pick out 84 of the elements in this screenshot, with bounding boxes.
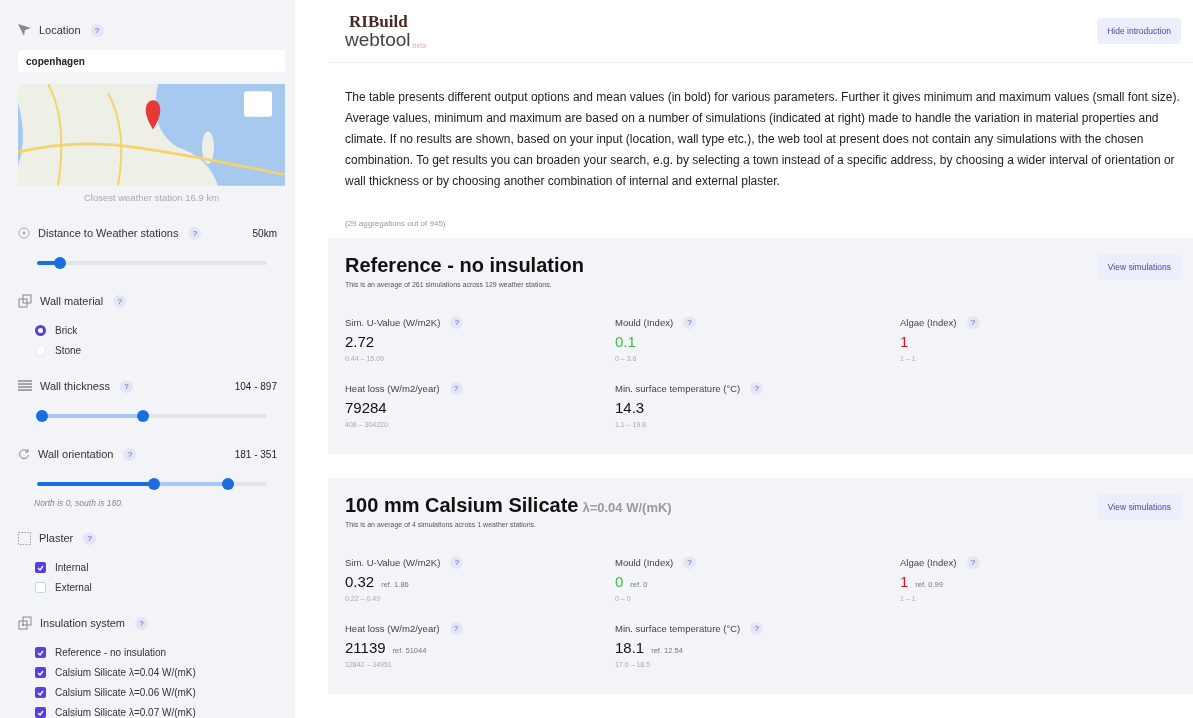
metric-label: Sim. U-Value (W/m2K) xyxy=(345,557,441,568)
help-icon[interactable]: ? xyxy=(750,382,764,395)
metric-value: 14.3 xyxy=(615,399,645,416)
metric-value: 0 xyxy=(615,573,624,590)
help-icon[interactable]: ? xyxy=(450,556,464,569)
filter-label: Wall orientation xyxy=(38,448,114,460)
metric-value: 1 xyxy=(900,573,909,590)
checkbox[interactable] xyxy=(35,687,46,698)
checkbox[interactable] xyxy=(35,647,46,658)
filter-reading: 181 - 351 xyxy=(234,448,278,460)
slider-thumb[interactable] xyxy=(54,257,66,269)
squares-icon xyxy=(18,616,32,630)
filter-label: Insulation system xyxy=(40,617,125,629)
rotate-icon xyxy=(18,448,30,460)
filter-label: Wall material xyxy=(40,295,104,307)
lines-icon xyxy=(18,380,32,392)
checkbox[interactable] xyxy=(35,667,46,678)
view-simulations-button[interactable]: View simulations xyxy=(1097,494,1181,520)
checkbox[interactable] xyxy=(35,582,46,593)
help-icon[interactable]: ? xyxy=(123,447,137,461)
view-simulations-button[interactable]: View simulations xyxy=(1097,254,1181,280)
pointer-icon xyxy=(18,24,31,37)
intro-text: The table presents different output options and mean values (in bold) for various parameters. Further it gives minimum and maximum values (small font size). Average values, minimum and maximum are based on a number of simulations (indicated at right) made to handle the variation in material properties and climate. If no results are shown, based on your input (location, wall type etc.), the web tool at present does not contain any simulations with the chosen combination. To get results you can broaden your search, e.g. by selecting a town instead of a specific address, by choosing a wider interval of orientation or wall thickness or by choosing another combination of internal and external plaster. xyxy=(345,89,1181,190)
map-caption: Closest weather station 16.9 km xyxy=(82,192,221,203)
metric-label: Heat loss (W/m2/year) xyxy=(345,383,440,394)
help-icon[interactable]: ? xyxy=(449,622,463,635)
slider-thumb[interactable] xyxy=(35,410,48,422)
slider-thumb[interactable] xyxy=(221,478,234,490)
slider-thumb[interactable] xyxy=(136,410,149,422)
metric-label: Heat loss (W/m2/year) xyxy=(345,623,440,634)
result-title: Reference - no insulation xyxy=(345,254,584,277)
help-icon[interactable]: ? xyxy=(135,616,148,630)
metric-value: 1 xyxy=(900,333,909,350)
filter-note: North is 0, south is 180. xyxy=(34,498,125,508)
circle-dot-icon xyxy=(18,227,30,239)
option-label: Calsium Silicate λ=0.07 W/(mK) xyxy=(55,707,196,718)
help-icon[interactable]: ? xyxy=(188,226,202,240)
filter-label: Distance to Weather stations xyxy=(38,227,179,239)
filter-label: Wall thickness xyxy=(40,380,110,392)
location-field[interactable]: copenhagen xyxy=(18,49,285,73)
help-icon[interactable]: ? xyxy=(90,23,104,37)
help-icon[interactable]: ? xyxy=(966,556,980,569)
metric-label: Sim. U-Value (W/m2K) xyxy=(345,317,441,328)
help-icon[interactable]: ? xyxy=(683,316,697,329)
checkbox[interactable] xyxy=(35,707,46,718)
help-icon[interactable]: ? xyxy=(966,316,980,329)
metric-value: 0.1 xyxy=(615,333,636,350)
help-icon[interactable]: ? xyxy=(449,382,463,395)
metric-value: 79284 xyxy=(345,399,387,416)
option-label: Stone xyxy=(55,345,82,356)
option-label: Reference - no insulation xyxy=(55,647,167,658)
help-icon[interactable]: ? xyxy=(750,622,764,635)
filter-label: Plaster xyxy=(39,532,74,544)
checkbox[interactable] xyxy=(35,562,46,573)
option-label: Calsium Silicate λ=0.04 W/(mK) xyxy=(55,667,196,678)
slider-thumb[interactable] xyxy=(148,478,161,490)
help-icon[interactable]: ? xyxy=(450,316,464,329)
filter-reading: 104 - 897 xyxy=(234,380,278,392)
metric-label: Min. surface temperature (°C) xyxy=(615,623,741,634)
option-label: Brick xyxy=(55,325,78,336)
metric-label: Mould (Index) xyxy=(615,317,674,328)
aggregation-count: (29 aggregations out of 945) xyxy=(345,219,447,228)
help-icon[interactable]: ? xyxy=(113,294,127,308)
metric-value: 18.1 xyxy=(615,639,645,656)
filter-label: Location xyxy=(39,24,81,37)
option-label: Calsium Silicate λ=0.06 W/(mK) xyxy=(55,687,196,698)
option-label: Internal xyxy=(55,562,89,573)
squares-icon xyxy=(18,294,32,308)
metric-value: 2.72 xyxy=(345,333,375,350)
result-title: 100 mm Calsium Silicate λ=0.04 W/(mK) xyxy=(345,494,672,517)
metric-label: Mould (Index) xyxy=(615,557,674,568)
metric-value: 21139 xyxy=(345,639,386,656)
help-icon[interactable]: ? xyxy=(119,379,133,393)
hide-introduction-button[interactable]: Hide introduction xyxy=(1097,18,1181,44)
help-icon[interactable]: ? xyxy=(683,556,697,569)
metric-value: 0.32 xyxy=(345,573,375,590)
option-label: External xyxy=(55,582,92,593)
metric-label: Min. surface temperature (°C) xyxy=(615,383,741,394)
radio-button[interactable] xyxy=(35,325,46,336)
filter-reading: 50km xyxy=(252,227,278,239)
dotted-square-icon xyxy=(18,531,31,545)
metric-label: Algae (Index) xyxy=(900,317,957,328)
help-icon[interactable]: ? xyxy=(83,531,97,545)
metric-label: Algae (Index) xyxy=(900,557,957,568)
